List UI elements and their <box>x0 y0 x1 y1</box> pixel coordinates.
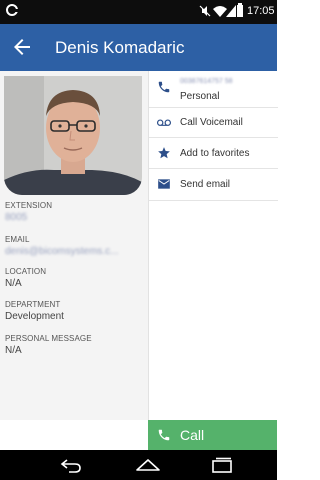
mail-icon <box>158 179 170 189</box>
contact-name-title: Denis Komadaric <box>55 38 185 57</box>
phone-type-label: Personal <box>180 91 220 102</box>
extension-label: EXTENSION <box>5 201 53 210</box>
department-label: DEPARTMENT <box>5 300 61 309</box>
wifi-icon <box>213 6 227 17</box>
app-bar: Denis Komadaric <box>0 24 277 71</box>
home-nav-icon[interactable] <box>134 455 162 475</box>
star-icon <box>158 147 170 159</box>
battery-icon <box>237 3 243 17</box>
mute-icon <box>199 5 211 17</box>
extension-field: EXTENSION 8005 <box>5 201 145 223</box>
signal-icon <box>226 5 236 17</box>
personal-message-field: PERSONAL MESSAGE N/A <box>5 334 145 356</box>
voicemail-icon <box>157 119 171 126</box>
email-field: EMAIL denis@bicomsystems.c... <box>5 235 145 257</box>
location-value: N/A <box>5 278 22 289</box>
arrow-left-icon[interactable] <box>10 35 34 59</box>
phone-icon <box>158 81 170 93</box>
send-email-label: Send email <box>180 179 231 190</box>
location-label: LOCATION <box>5 267 47 276</box>
add-to-favorites-label: Add to favorites <box>180 148 250 159</box>
phone-number-action[interactable]: 00387614757 58 Personal <box>149 71 278 108</box>
recents-nav-icon[interactable] <box>208 455 236 475</box>
contact-details-pane: EXTENSION 8005 EMAIL denis@bicomsystems.… <box>0 71 148 420</box>
system-navigation-bar <box>0 450 277 480</box>
email-value[interactable]: denis@bicomsystems.c... <box>5 246 145 257</box>
send-email-action[interactable]: Send email <box>149 169 278 201</box>
actions-pane: 00387614757 58 Personal Call Voicemail A… <box>148 71 278 420</box>
location-field: LOCATION N/A <box>5 267 145 289</box>
call-button[interactable]: Call <box>148 420 277 450</box>
add-to-favorites-action[interactable]: Add to favorites <box>149 138 278 169</box>
call-voicemail-label: Call Voicemail <box>180 117 243 128</box>
department-value: Development <box>5 311 64 322</box>
status-time: 17:05 <box>247 5 275 17</box>
email-label: EMAIL <box>5 235 30 244</box>
personal-message-label: PERSONAL MESSAGE <box>5 334 92 343</box>
phone-number-value: 00387614757 58 <box>180 78 233 85</box>
phone-icon <box>158 429 170 441</box>
call-button-label: Call <box>180 427 205 443</box>
app-notification-icon <box>6 4 18 16</box>
extension-value: 8005 <box>5 212 28 223</box>
personal-message-value: N/A <box>5 345 22 356</box>
back-nav-icon[interactable] <box>57 455 85 475</box>
department-field: DEPARTMENT Development <box>5 300 145 322</box>
status-bar: 17:05 <box>0 0 277 24</box>
contact-photo <box>4 76 142 195</box>
call-voicemail-action[interactable]: Call Voicemail <box>149 108 278 138</box>
